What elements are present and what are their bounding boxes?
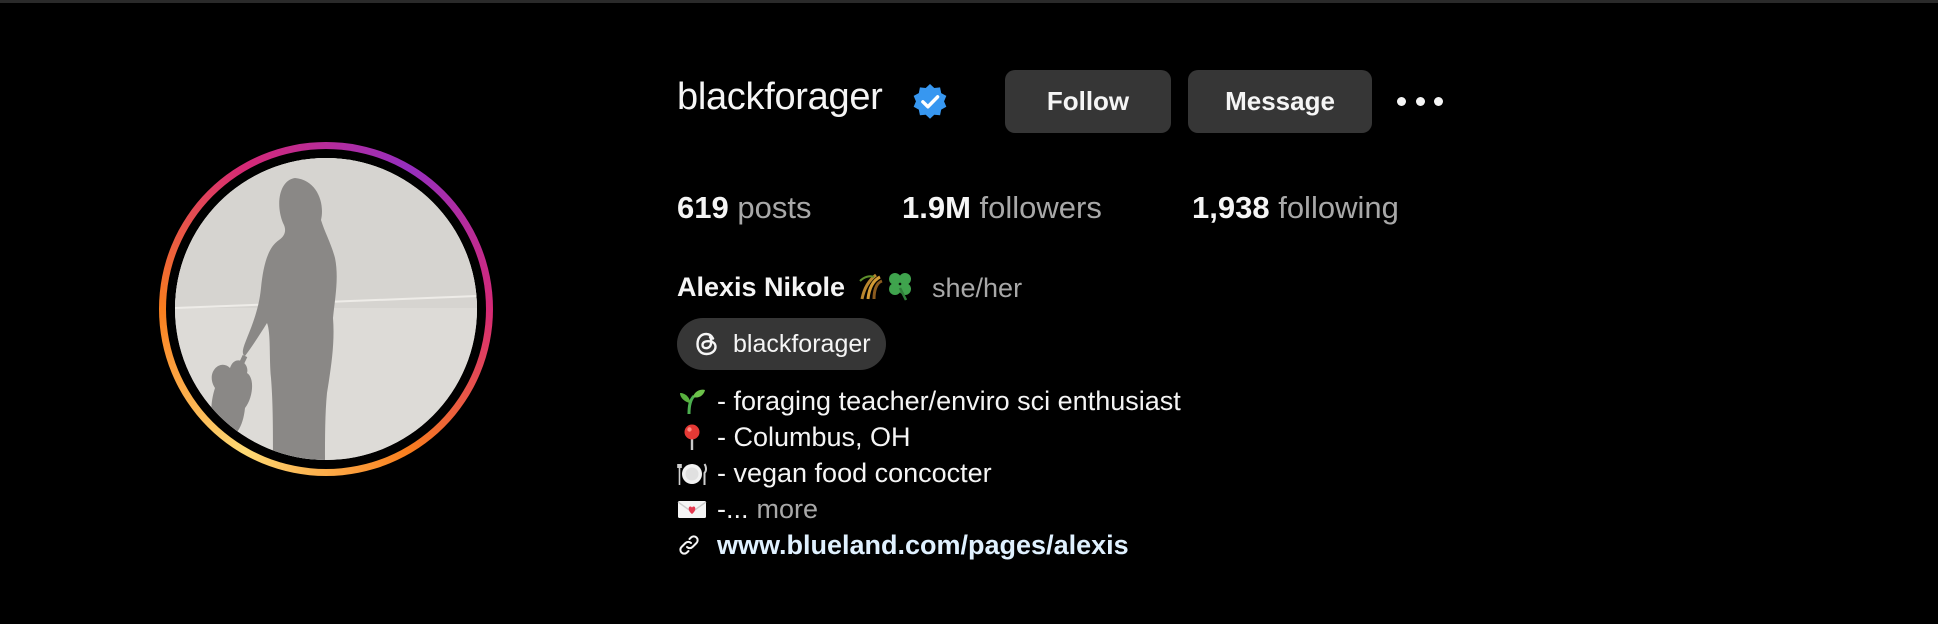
more-dot	[1397, 96, 1406, 106]
stat-followers[interactable]: 1.9M followers	[902, 190, 1102, 226]
bio-more-link[interactable]: more	[757, 494, 819, 525]
love-letter-icon	[677, 501, 707, 518]
link-icon	[679, 535, 699, 555]
profile-pronouns: she/her	[932, 273, 1023, 303]
bio-line: -... more	[677, 492, 818, 526]
bio-line: - foraging teacher/enviro sci enthusiast	[677, 384, 1181, 418]
bio-text: - vegan food concocter	[717, 457, 992, 488]
bio-text: - Columbus, OH	[717, 421, 911, 452]
name-emoji-icons	[859, 273, 911, 301]
seedling-icon	[680, 389, 705, 415]
message-button[interactable]: Message	[1188, 70, 1372, 133]
stat-posts: 619 posts	[677, 190, 811, 226]
followers-label: followers	[979, 190, 1102, 225]
avatar-shadow-photo	[175, 158, 477, 460]
following-count: 1,938	[1192, 190, 1270, 225]
profile-full-name: Alexis Nikole	[677, 272, 846, 302]
profile-username: blackforager	[677, 76, 883, 118]
bio-link-row: www.blueland.com/pages/alexis	[677, 528, 1129, 562]
four-leaf-clover-icon	[889, 273, 911, 301]
avatar-story-ring[interactable]	[159, 142, 493, 476]
top-divider	[0, 0, 1938, 3]
posts-count: 619	[677, 190, 729, 225]
fork-knife-plate-icon	[677, 463, 707, 485]
threads-icon	[696, 332, 717, 356]
threads-badge-button[interactable]: blackforager	[677, 318, 886, 370]
verified-badge-icon	[913, 83, 947, 119]
more-options-icon[interactable]	[1397, 90, 1443, 112]
followers-count: 1.9M	[902, 190, 971, 225]
threads-handle: blackforager	[733, 329, 871, 358]
following-label: following	[1278, 190, 1399, 225]
bio-text: - foraging teacher/enviro sci enthusiast	[717, 385, 1181, 416]
more-dot	[1434, 96, 1443, 106]
posts-label: posts	[737, 190, 812, 225]
follow-button[interactable]: Follow	[1005, 70, 1171, 133]
external-link[interactable]: www.blueland.com/pages/alexis	[717, 530, 1129, 561]
avatar[interactable]	[175, 158, 477, 460]
round-pushpin-icon	[684, 424, 700, 450]
stat-following[interactable]: 1,938 following	[1192, 190, 1399, 226]
more-dot	[1415, 96, 1425, 106]
sheaf-of-rice-icon	[859, 273, 883, 300]
bio-line: - Columbus, OH	[677, 420, 911, 454]
bio-text: -...	[717, 493, 749, 524]
bio-line: - vegan food concocter	[677, 456, 992, 490]
